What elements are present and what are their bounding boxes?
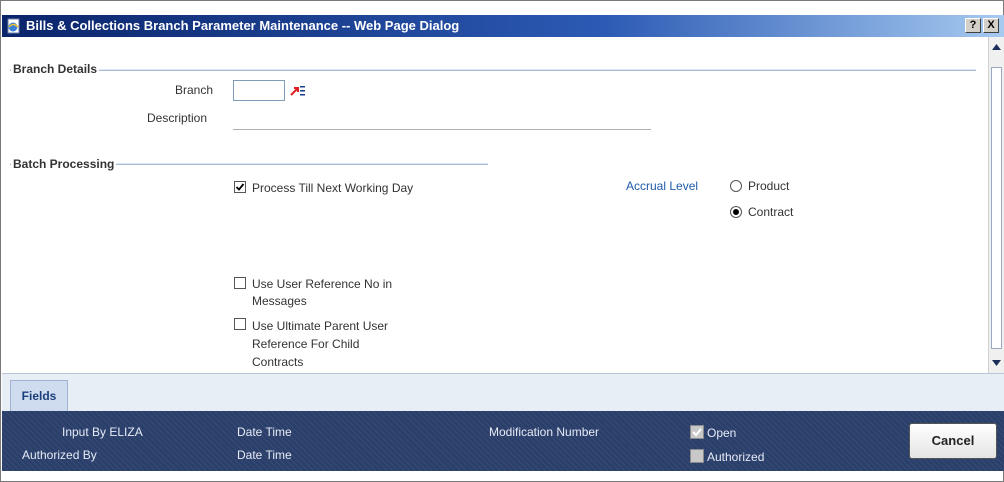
audit-footer: Input By ELIZA Authorized By Date Time D…	[2, 411, 1004, 471]
branch-details-divider	[10, 69, 976, 71]
tab-fields[interactable]: Fields	[10, 380, 68, 412]
authorized-label: Authorized	[707, 450, 765, 464]
authorized-checkbox	[690, 449, 704, 463]
date-time-label-2: Date Time	[237, 448, 292, 462]
scroll-up-arrow-icon[interactable]	[989, 39, 1004, 55]
date-time-label-1: Date Time	[237, 425, 292, 439]
use-ultimate-parent-label-line2: Reference For Child	[252, 337, 360, 351]
dialog-title: Bills & Collections Branch Parameter Mai…	[26, 18, 460, 33]
accrual-product-radio[interactable]	[730, 180, 742, 192]
open-checkbox	[690, 425, 704, 439]
description-label: Description	[147, 111, 208, 125]
scrollbar-thumb[interactable]	[991, 67, 1002, 349]
process-till-next-working-day-label: Process Till Next Working Day	[252, 181, 414, 195]
radio-selected-dot	[733, 209, 739, 215]
use-user-reference-checkbox[interactable]	[234, 277, 246, 289]
branch-input[interactable]	[233, 80, 285, 101]
batch-processing-heading: Batch Processing	[11, 157, 117, 171]
accrual-contract-radio[interactable]	[730, 206, 742, 218]
use-ultimate-parent-label-line1: Use Ultimate Parent User	[252, 319, 389, 333]
accrual-level-label: Accrual Level	[626, 179, 699, 193]
scroll-down-arrow-icon[interactable]	[989, 355, 1004, 371]
vertical-scrollbar[interactable]	[988, 37, 1004, 373]
cancel-button[interactable]: Cancel	[909, 423, 997, 459]
use-ultimate-parent-label-line3: Contracts	[252, 355, 304, 369]
open-label: Open	[707, 426, 737, 440]
branch-details-heading: Branch Details	[11, 62, 100, 76]
accrual-contract-label: Contract	[748, 205, 794, 219]
branch-label: Branch	[175, 83, 214, 97]
description-field[interactable]	[233, 129, 651, 130]
ie-page-icon	[6, 18, 22, 34]
list-of-values-icon[interactable]	[289, 82, 306, 99]
close-button[interactable]: X	[983, 18, 999, 33]
help-button[interactable]: ?	[965, 18, 981, 33]
accrual-product-label: Product	[748, 179, 790, 193]
authorized-by-label: Authorized By	[22, 448, 97, 462]
tab-strip: Fields	[2, 373, 1004, 412]
dialog-window: Bills & Collections Branch Parameter Mai…	[0, 0, 1004, 482]
main-content: Branch Details Branch Description Batch …	[2, 37, 988, 373]
use-user-reference-label-line1: Use User Reference No in	[252, 277, 393, 291]
input-by-label: Input By ELIZA	[62, 425, 143, 439]
modification-number-label: Modification Number	[489, 425, 600, 439]
title-bar[interactable]: Bills & Collections Branch Parameter Mai…	[2, 15, 1004, 37]
use-ultimate-parent-checkbox[interactable]	[234, 318, 246, 330]
process-till-next-working-day-checkbox[interactable]	[234, 181, 246, 193]
use-user-reference-label-line2: Messages	[252, 294, 307, 308]
